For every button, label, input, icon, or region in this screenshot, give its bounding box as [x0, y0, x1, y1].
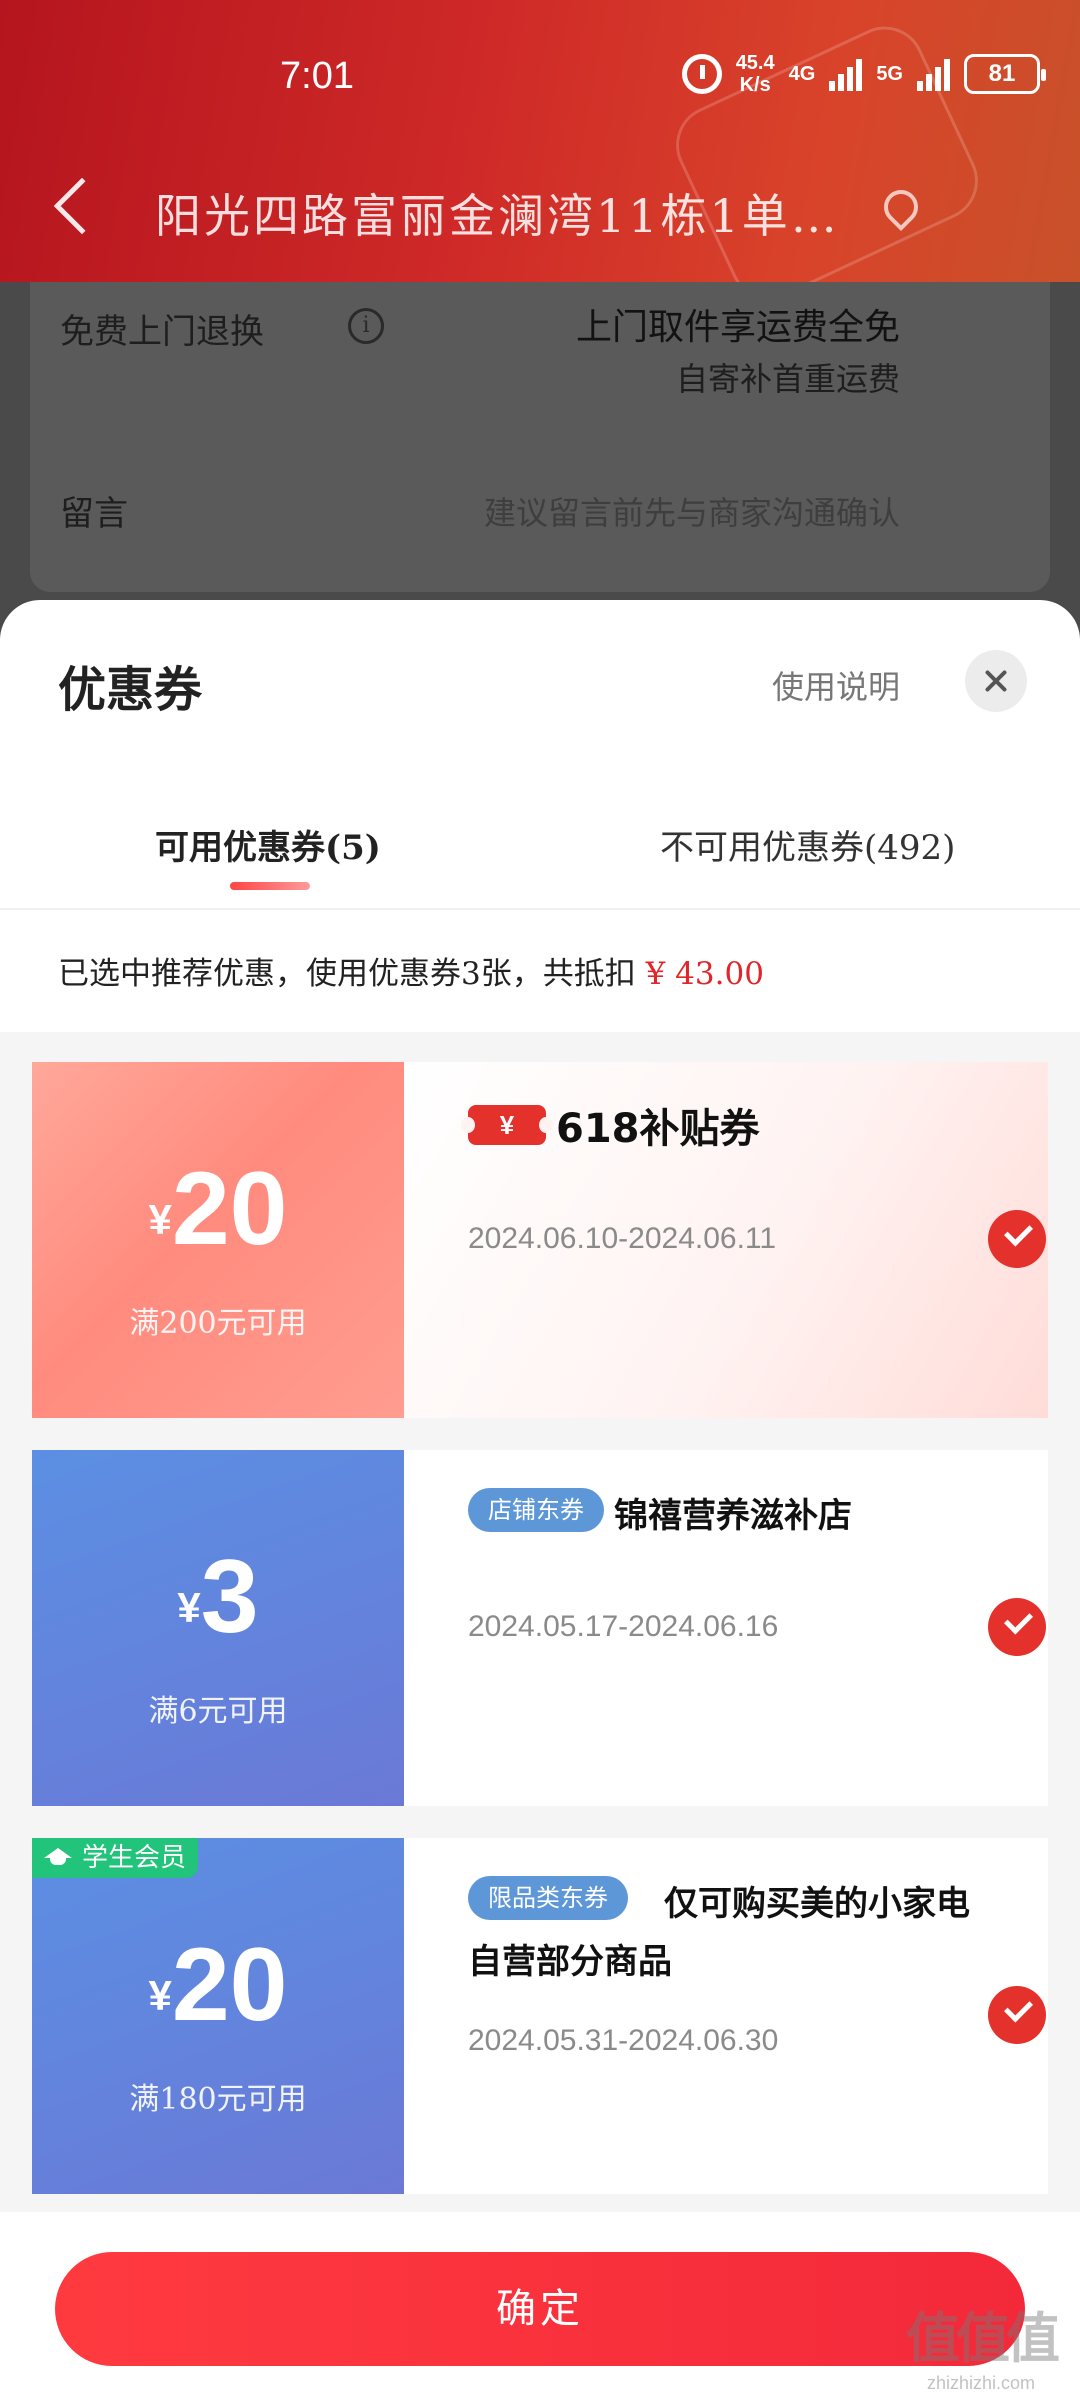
coupon-validity-date: 2024.05.31-2024.06.30: [468, 2024, 779, 2057]
status-icons: 45.4 K/s 4G 5G 81: [681, 52, 1046, 96]
coupon-info: ¥ 618补贴券 2024.06.10-2024.06.11: [404, 1062, 1048, 1418]
coupon-info: 店铺东券 锦禧营养滋补店 2024.05.17-2024.06.16: [404, 1450, 1048, 1806]
sheet-title: 优惠券: [58, 662, 203, 718]
close-button[interactable]: [965, 650, 1027, 712]
coupon-amount: 20: [171, 1927, 288, 2043]
checkmark-icon[interactable]: [988, 1210, 1046, 1268]
nav-bar: 阳光四路富丽金澜湾11栋1单…: [0, 160, 1080, 260]
coupon-type-tag: 限品类东券: [468, 1876, 628, 1920]
return-label: 免费上门退换: [60, 312, 264, 352]
coupon-price: ¥20: [32, 1926, 404, 2045]
currency-symbol: ¥: [148, 1196, 172, 1243]
watermark-logo: 值值值 zhizhizhi.com: [906, 2294, 1060, 2394]
student-member-label: 学生会员: [82, 1843, 187, 1873]
currency-symbol: ¥: [177, 1584, 201, 1631]
coupon-sheet: 优惠券 使用说明 可用优惠券(5) 不可用优惠券(492) 已选中推荐优惠，使用…: [0, 600, 1080, 2400]
signal-icon: [829, 57, 863, 91]
coupon-list: ¥20 满200元可用 ¥ 618补贴券 2024.06.10-2024.06.…: [0, 1032, 1080, 2212]
message-label: 留言: [60, 494, 128, 534]
network-type-1: 4G: [788, 62, 816, 85]
coupon-info: 限品类东券 仅可购买美的小家电 自营部分商品 2024.05.31-2024.0…: [404, 1838, 1048, 2194]
watermark-main: 值值值: [906, 2306, 1060, 2370]
return-value-main: 上门取件享运费全免: [575, 307, 900, 348]
coupon-threshold: 满200元可用: [129, 1306, 307, 1341]
network-speed: 45.4 K/s: [736, 52, 775, 96]
checkmark-icon[interactable]: [988, 1986, 1046, 2044]
info-icon[interactable]: i: [348, 308, 384, 344]
coupon-validity-date: 2024.06.10-2024.06.11: [468, 1222, 777, 1255]
coupon-card[interactable]: ¥3 满6元可用 店铺东券 锦禧营养滋补店 2024.05.17-2024.06…: [32, 1450, 1048, 1806]
tab-unavailable[interactable]: 不可用优惠券(492): [660, 820, 955, 869]
summary-amount: ¥ 43.00: [645, 956, 764, 992]
network-speed-value: 45.4: [735, 52, 775, 74]
coupon-title: 仅可购买美的小家电: [664, 1884, 970, 1924]
status-time: 7:01: [280, 55, 354, 97]
coupon-type-tag: 店铺东券: [468, 1488, 604, 1532]
coupon-title: 锦禧营养滋补店: [614, 1496, 852, 1536]
yen-ticket-icon: ¥: [461, 1105, 553, 1145]
battery-level: 81: [988, 60, 1016, 87]
coupon-value-panel: ¥20 满180元可用: [32, 1838, 404, 2194]
signal-icon: [917, 57, 950, 91]
checkmark-icon[interactable]: [988, 1598, 1046, 1656]
header: 7:01 45.4 K/s 4G 5G 81 阳光四路富丽金澜湾11栋1单…: [0, 0, 1080, 282]
selection-summary: 已选中推荐优惠，使用优惠券3张，共抵扣 ¥ 43.00: [58, 948, 764, 993]
coupon-value-panel: ¥3 满6元可用: [32, 1450, 404, 1806]
network-type-2: 5G: [876, 62, 903, 85]
coupon-value-panel: ¥20 满200元可用: [32, 1062, 404, 1418]
student-member-badge: 学生会员: [32, 1838, 199, 1878]
address-title[interactable]: 阳光四路富丽金澜湾11栋1单…: [155, 180, 840, 246]
order-form-card: 免费上门退换 i 上门取件享运费全免 自寄补首重运费 留言 建议留言前先与商家沟…: [30, 282, 1050, 592]
coupon-threshold: 满180元可用: [129, 2082, 307, 2117]
location-pin-icon[interactable]: [876, 182, 926, 232]
alarm-icon: [681, 54, 722, 94]
coupon-validity-date: 2024.05.17-2024.06.16: [468, 1610, 779, 1643]
coupon-amount: 20: [171, 1151, 288, 1267]
battery-icon: 81: [964, 54, 1046, 94]
graduation-cap-icon: [44, 1848, 72, 1868]
watermark-url: zhizhizhi.com: [926, 2373, 1036, 2393]
currency-symbol: ¥: [148, 1972, 172, 2019]
network-speed-unit: K/s: [739, 74, 771, 96]
active-tab-indicator: [230, 882, 310, 890]
confirm-button[interactable]: 确定: [55, 2252, 1025, 2366]
coupon-amount: 3: [200, 1539, 259, 1655]
coupon-threshold: 满6元可用: [148, 1694, 288, 1729]
coupon-price: ¥20: [32, 1150, 404, 1269]
coupon-price: ¥3: [32, 1538, 404, 1657]
back-arrow-icon[interactable]: [53, 177, 111, 235]
coupon-title: 618补贴券: [556, 1106, 760, 1152]
usage-instructions-link[interactable]: 使用说明: [772, 662, 900, 708]
summary-text: 已选中推荐优惠，使用优惠券3张，共抵扣: [58, 956, 636, 992]
coupon-card[interactable]: 学生会员 ¥20 满180元可用 限品类东券 仅可购买美的小家电 自营部分商品 …: [32, 1838, 1048, 2194]
coupon-title-line2: 自营部分商品: [468, 1942, 672, 1982]
coupon-title-row: ¥ 618补贴券: [461, 1096, 760, 1154]
message-input[interactable]: 建议留言前先与商家沟通确认: [484, 488, 900, 534]
tab-available[interactable]: 可用优惠券(5): [155, 820, 381, 869]
status-bar: 7:01 45.4 K/s 4G 5G 81: [0, 0, 1080, 160]
coupon-card[interactable]: ¥20 满200元可用 ¥ 618补贴券 2024.06.10-2024.06.…: [32, 1062, 1048, 1418]
return-value-sub: 自寄补首重运费: [675, 360, 900, 398]
coupon-tabs: 可用优惠券(5) 不可用优惠券(492): [0, 810, 1080, 910]
